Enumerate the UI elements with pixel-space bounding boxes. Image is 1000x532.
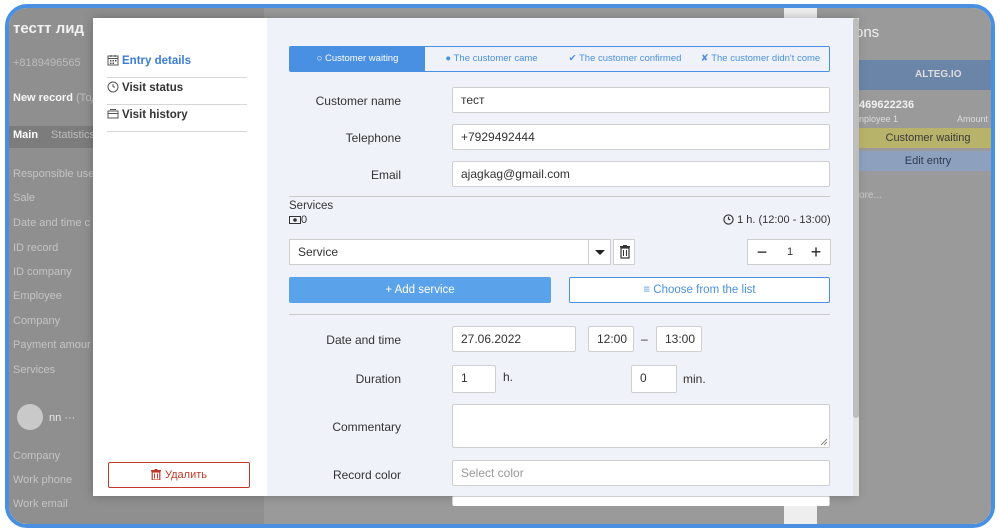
customer-name-label: Customer name	[315, 94, 401, 108]
email-label: Email	[370, 168, 401, 182]
tab-main[interactable]: Main	[13, 129, 38, 141]
time-to-field[interactable]: 13:00	[656, 326, 702, 352]
field-label: Company	[13, 315, 61, 327]
field-label: Services	[13, 364, 56, 376]
email-field[interactable]: ajagkag@gmail.com	[452, 161, 830, 187]
services-label: Services	[289, 200, 334, 212]
service-dropdown-toggle[interactable]	[589, 239, 611, 265]
record-modal: Entry details Visit status Visit history…	[93, 18, 859, 506]
integration-header: ALTEG.IO	[851, 60, 991, 90]
field-label: ID record	[13, 242, 59, 254]
choose-from-list-button[interactable]: ≡ Choose from the list	[569, 277, 830, 303]
lead-phone: +8189496565	[13, 57, 81, 69]
chevron-down-icon	[595, 250, 605, 255]
field-label: Sale	[13, 192, 36, 204]
sidebar-item-visit-history[interactable]: Visit history	[107, 106, 247, 132]
field-label: Work phone	[13, 474, 73, 486]
customer-name-field[interactable]: тест	[452, 87, 830, 113]
services-duration: 1 h. (12:00 - 13:00)	[723, 214, 831, 226]
sidebar-item-entry-details[interactable]: Entry details	[107, 52, 247, 78]
calendar-icon	[107, 55, 119, 66]
trash-icon	[151, 469, 161, 481]
screenshot-frame: тестт лид +8189496565 New record (Тод Ma…	[5, 4, 995, 528]
hours-unit: h.	[503, 370, 514, 384]
telephone-field[interactable]: +7929492444	[452, 124, 830, 150]
scrollbar-thumb[interactable]	[853, 18, 859, 418]
record-color-label: Record color	[332, 468, 401, 482]
amount-label: Amount	[957, 114, 989, 124]
record-number: 469622236	[859, 99, 915, 111]
services-count: 0	[289, 214, 307, 226]
status-selector: ○ Customer waiting ● The customer came ✔…	[289, 46, 830, 72]
quantity-stepper: − 1 +	[747, 239, 831, 265]
duration-hours-field[interactable]: 1	[452, 365, 496, 393]
telephone-label: Telephone	[345, 131, 401, 145]
field-label: Date and time c	[13, 217, 91, 229]
lead-title: тестт лид	[13, 20, 84, 37]
clock-icon	[723, 214, 734, 225]
date-time-label: Date and time	[326, 333, 401, 347]
new-record-link[interactable]: New record (Тод	[13, 92, 98, 104]
commentary-label: Commentary	[332, 420, 401, 434]
service-select[interactable]: Service	[289, 239, 589, 265]
field-label: Payment amour	[13, 339, 91, 351]
history-icon	[107, 109, 119, 119]
next-field[interactable]	[452, 496, 830, 506]
field-label: Work email	[13, 498, 68, 510]
date-field[interactable]: 27.06.2022	[452, 326, 576, 352]
status-option-waiting[interactable]: ○ Customer waiting	[290, 47, 425, 71]
tab-statistics[interactable]: Statistics	[51, 129, 95, 141]
resize-handle-icon[interactable]	[820, 438, 828, 446]
duration-minutes-field[interactable]: 0	[631, 365, 677, 393]
time-from-field[interactable]: 12:00	[588, 326, 634, 352]
minutes-unit: min.	[683, 372, 706, 386]
duration-label: Duration	[355, 372, 401, 386]
quantity-value[interactable]: 1	[778, 240, 802, 264]
status-badge: Customer waiting	[857, 128, 991, 148]
clock-icon	[107, 81, 119, 93]
avatar	[17, 404, 43, 430]
time-separator: –	[641, 332, 648, 346]
trash-icon	[620, 245, 630, 259]
scrollbar[interactable]	[853, 18, 859, 496]
divider	[289, 196, 830, 197]
divider	[289, 314, 830, 315]
increment-button[interactable]: +	[804, 240, 828, 264]
remove-service-button[interactable]	[613, 239, 635, 265]
status-option-confirmed[interactable]: ✔ The customer confirmed	[558, 47, 692, 71]
field-label: Employee	[13, 290, 62, 302]
employee-label: nployee 1	[859, 114, 899, 124]
money-icon	[289, 216, 301, 224]
more-link[interactable]: ore...	[859, 190, 882, 201]
contact-name[interactable]: nn ···	[49, 412, 75, 424]
field-label: Company	[13, 450, 61, 462]
commentary-field[interactable]	[452, 404, 830, 448]
status-option-came[interactable]: ● The customer came	[425, 47, 558, 71]
delete-button[interactable]: Удалить	[108, 462, 250, 488]
decrement-button[interactable]: −	[750, 240, 774, 264]
status-option-didnt-come[interactable]: ✘ The customer didn't come	[692, 47, 829, 71]
add-service-button[interactable]: + Add service	[289, 277, 551, 303]
field-label: Responsible use	[13, 168, 95, 180]
modal-form: ○ Customer waiting ● The customer came ✔…	[267, 18, 855, 506]
field-label: ID company	[13, 266, 72, 278]
record-color-field[interactable]: Select color	[452, 460, 830, 486]
edit-entry-button[interactable]: Edit entry	[857, 151, 991, 171]
modal-sidebar: Entry details Visit status Visit history…	[93, 18, 267, 496]
sidebar-item-visit-status[interactable]: Visit status	[107, 79, 247, 105]
